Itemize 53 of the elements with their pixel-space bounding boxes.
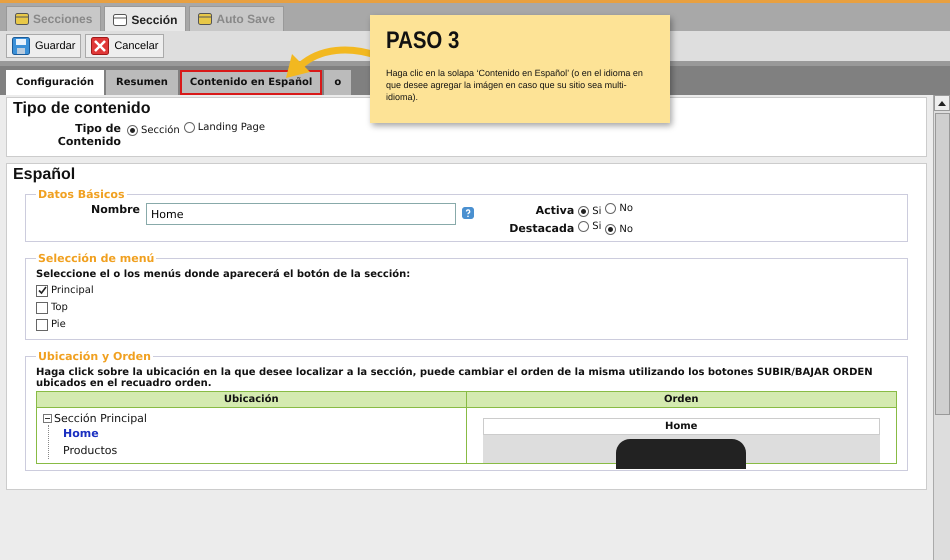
column-header: Ubicación bbox=[37, 392, 466, 408]
option-label: No bbox=[619, 203, 633, 214]
scrollbar-thumb[interactable] bbox=[934, 113, 950, 415]
tree-node[interactable]: Productos bbox=[63, 442, 460, 459]
radio-button[interactable] bbox=[184, 122, 195, 133]
option-label: Si bbox=[592, 206, 602, 217]
checkbox-label: Principal bbox=[51, 285, 94, 296]
tab-icon bbox=[113, 14, 128, 26]
tree-node[interactable]: Sección Principal bbox=[54, 412, 147, 425]
radio-button[interactable] bbox=[578, 221, 590, 232]
field-label: Activa bbox=[534, 204, 574, 216]
instruction-text: Seleccione el o los menús donde aparecerá el botón de la sección: bbox=[36, 269, 412, 280]
cancel-button[interactable]: Cancelar bbox=[85, 34, 164, 58]
checkbox[interactable] bbox=[36, 284, 48, 296]
radio-button[interactable] bbox=[605, 203, 616, 214]
checkbox[interactable] bbox=[36, 302, 48, 314]
checkbox-label: Pie bbox=[51, 319, 66, 330]
checkbox[interactable] bbox=[36, 318, 48, 330]
field-label: Tipo de Contenido bbox=[57, 122, 121, 148]
field-label: Destacada bbox=[509, 222, 574, 234]
tree-node[interactable]: Home bbox=[63, 425, 460, 442]
section-title: Tipo de contenido bbox=[13, 100, 152, 118]
close-icon bbox=[91, 37, 110, 55]
save-button[interactable]: Guardar bbox=[6, 34, 82, 58]
callout-title: PASO 3 bbox=[386, 27, 460, 55]
help-icon[interactable] bbox=[462, 207, 474, 219]
content-tab[interactable]: Configuración bbox=[6, 70, 104, 95]
content-tab[interactable]: Contenido en Español bbox=[180, 70, 322, 95]
name-field[interactable]: Home bbox=[146, 203, 456, 225]
callout-text: Haga clic en la solapa ‘Contenido en Español’ (o en el idioma en que desee agregar la imágen en caso que su sitio sea multi-idioma). bbox=[386, 67, 644, 103]
field-label: Nombre bbox=[90, 203, 140, 216]
tab-icon bbox=[198, 13, 212, 25]
tab-icon bbox=[15, 13, 29, 25]
collapse-icon[interactable] bbox=[43, 414, 52, 423]
checkbox-label: Top bbox=[51, 302, 68, 313]
column-header: Orden bbox=[466, 392, 896, 408]
group-legend: Datos Básicos bbox=[36, 188, 126, 201]
option-label: No bbox=[619, 224, 633, 235]
group-legend: Ubicación y Orden bbox=[36, 350, 153, 363]
order-item[interactable]: Home bbox=[482, 418, 880, 435]
content-tab[interactable]: Resumen bbox=[106, 70, 178, 95]
radio-button[interactable] bbox=[127, 125, 138, 136]
section-title: Español bbox=[13, 166, 76, 184]
radio-button[interactable] bbox=[578, 206, 590, 217]
option-label: Si bbox=[592, 221, 602, 232]
radio-button[interactable] bbox=[605, 224, 616, 235]
option-label: Landing Page bbox=[198, 122, 265, 133]
group-legend: Selección de menú bbox=[36, 252, 156, 265]
top-tab[interactable]: Sección bbox=[104, 6, 186, 31]
instruction-text: Haga click sobre la ubicación en la que desee localizar a la sección, puede cambiar el orden de la misma utilizando los botones SUBIR/BAJAR ORDEN ubicados en el recuadro orden. bbox=[36, 367, 874, 389]
option-label: Sección bbox=[141, 125, 180, 136]
content-tab[interactable]: o bbox=[324, 70, 352, 95]
scroll-up-icon[interactable] bbox=[934, 95, 950, 111]
